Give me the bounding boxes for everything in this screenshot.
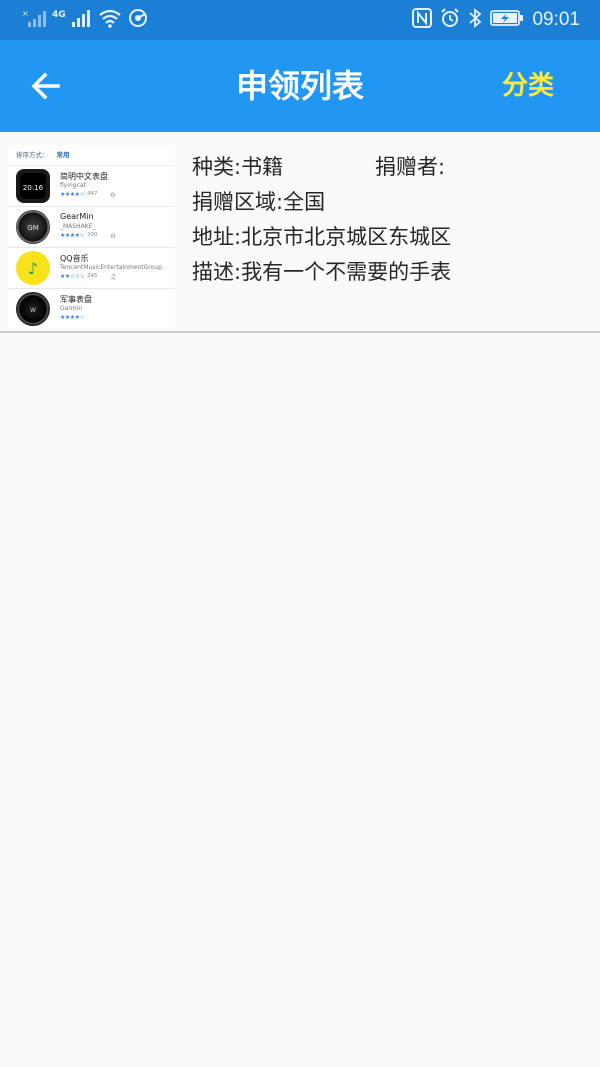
thumbnail-app-developer: flyingcat [60, 182, 86, 189]
list-item[interactable]: 排序方式： 常用 20:16 简明中文表盘 flyingcat ★★★★☆ 447… [0, 132, 600, 333]
thumbnail-app-stars: ★★★★☆ [60, 314, 85, 321]
alarm-icon [440, 8, 460, 32]
music-icon: ♫ [110, 273, 117, 281]
thumbnail-app-stars: ★★★★☆ [60, 232, 85, 239]
thumbnail-app-name: 简明中文表盘 [60, 172, 108, 181]
bluetooth-icon [468, 8, 482, 32]
watch-face-text: GM [27, 224, 38, 232]
item-info: 种类:书籍 捐赠者: 捐赠区域:全国 地址:北京市北京城区东城区 描述:我有一个… [192, 152, 592, 292]
thumbnail-app-stars: ★★★★☆ [60, 191, 85, 198]
status-right-icons: 09:01 [412, 8, 580, 32]
item-category: 种类:书籍 [192, 155, 284, 179]
item-description: 描述:我有一个不需要的手表 [192, 260, 452, 284]
thumbnail-sort-bar: 排序方式： 常用 [8, 145, 175, 166]
remove-icon: ⊖ [110, 232, 116, 240]
thumbnail-app-stars: ★★☆☆☆ [60, 273, 85, 280]
thumbnail-app-count: 447 [87, 191, 98, 197]
item-thumbnail: 排序方式： 常用 20:16 简明中文表盘 flyingcat ★★★★☆ 447… [8, 145, 175, 328]
thumbnail-app-count: 300 [87, 232, 98, 238]
wifi-icon [98, 8, 122, 32]
status-left-icons: × 4G [22, 8, 148, 32]
item-donor: 捐赠者: [375, 155, 446, 179]
arrow-back-icon [26, 72, 66, 110]
thumbnail-app-name: GearMin [60, 212, 94, 221]
watch-face-icon: 20:16 [16, 169, 50, 203]
status-bar: × 4G 09:01 [0, 0, 600, 40]
thumbnail-app-name: 军事表盘 [60, 295, 92, 304]
clock: 09:01 [532, 9, 580, 30]
thumbnail-app-row: GM GearMin _MASHAKE_ ★★★★☆ 300 ⊖ [8, 207, 175, 248]
thumbnail-app-developer: TencentMusicEntertainmentGroup [60, 264, 162, 271]
item-address: 地址:北京市北京城区东城区 [192, 225, 452, 249]
nfc-icon [412, 8, 433, 32]
signal-off-icon: × [22, 8, 46, 32]
watch-face-text: W [30, 307, 36, 314]
watch-face-icon: W [16, 292, 50, 326]
music-note-text: ♪ [28, 259, 38, 278]
thumbnail-app-row: W 军事表盘 Garmin ★★★★☆ [8, 289, 175, 328]
hotspot-icon [128, 8, 148, 32]
thumbnail-app-name: QQ音乐 [60, 254, 89, 263]
network-type: 4G [52, 9, 66, 20]
battery-charging-icon [490, 9, 524, 31]
back-button[interactable] [26, 66, 66, 106]
item-region: 捐赠区域:全国 [192, 190, 326, 214]
signal-icon [71, 8, 92, 32]
thumbnail-app-row: 20:16 简明中文表盘 flyingcat ★★★★☆ 447 ⊖ [8, 166, 175, 207]
thumbnail-app-developer: Garmin [60, 305, 83, 312]
remove-icon: ⊖ [110, 191, 116, 199]
thumbnail-app-developer: _MASHAKE_ [60, 223, 96, 230]
thumbnail-app-count: 245 [87, 273, 98, 279]
item-category-line: 种类:书籍 捐赠者: [192, 152, 592, 187]
thumbnail-sort-value: 常用 [56, 151, 70, 159]
category-button[interactable]: 分类 [502, 40, 554, 132]
thumbnail-app-row: ♪ QQ音乐 TencentMusicEntertainmentGroup ★★… [8, 248, 175, 289]
thumbnail-sort-label: 排序方式： [16, 151, 49, 159]
music-app-icon: ♪ [16, 251, 50, 285]
svg-text:×: × [22, 9, 29, 18]
watch-face-text: 20:16 [23, 184, 44, 192]
watch-face-icon: GM [16, 210, 50, 244]
app-bar: 申领列表 分类 [0, 40, 600, 132]
